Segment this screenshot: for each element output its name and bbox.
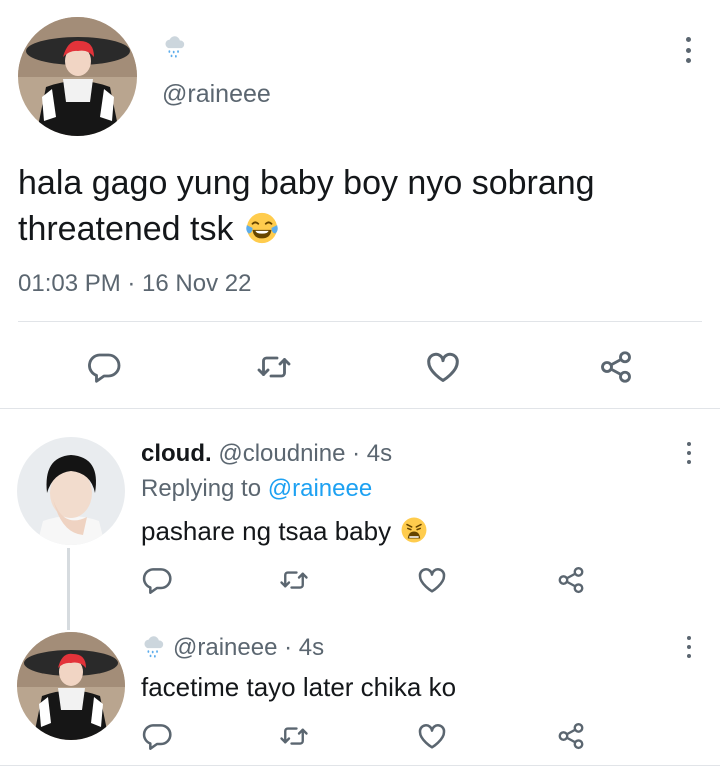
heart-icon <box>416 564 448 596</box>
share-icon <box>556 721 586 751</box>
raineee-avatar[interactable] <box>18 17 137 136</box>
tears-of-joy-emoji-icon <box>245 211 279 245</box>
retweet-button[interactable] <box>254 347 294 387</box>
divider <box>0 408 720 409</box>
retweet-icon <box>256 349 292 385</box>
more-options-icon[interactable] <box>682 37 694 63</box>
heart-icon <box>424 348 462 386</box>
weary-face-emoji-icon <box>400 516 428 544</box>
retweet-icon <box>279 721 309 751</box>
like-button[interactable] <box>414 718 450 754</box>
share-icon <box>556 565 586 595</box>
reply-more-options-icon[interactable] <box>683 442 695 464</box>
tweet-text: hala gago yung baby boy nyo sobrang thre… <box>18 160 698 252</box>
reply-button[interactable] <box>139 718 175 754</box>
reply-text: pashare ng tsaa baby <box>141 515 428 547</box>
tweet-timestamp[interactable]: 01:03 PM · 16 Nov 22 <box>18 270 251 298</box>
retweet-icon <box>279 565 309 595</box>
reply-header: cloud. @cloudnine · 4s <box>141 440 392 468</box>
reply-icon <box>86 349 122 385</box>
reply-thread-line <box>67 548 70 630</box>
share-icon <box>598 349 634 385</box>
share-button[interactable] <box>553 562 589 598</box>
replying-to: Replying to @raineee <box>141 475 372 503</box>
like-button[interactable] <box>423 347 463 387</box>
tweet-author-handle[interactable]: @raineee <box>162 80 271 108</box>
reply-text-content: pashare ng tsaa baby <box>141 516 392 546</box>
divider <box>18 321 702 322</box>
reply-text-content: facetime tayo later chika ko <box>141 672 457 702</box>
share-button[interactable] <box>553 718 589 754</box>
reply-author-handle-time[interactable]: @raineee · 4s <box>173 634 324 661</box>
retweet-button[interactable] <box>276 718 312 754</box>
reply-button[interactable] <box>84 347 124 387</box>
reply-more-options-icon[interactable] <box>683 636 695 658</box>
reply-button[interactable] <box>139 562 175 598</box>
cloudnine-avatar[interactable] <box>17 437 125 545</box>
replying-to-handle[interactable]: @raineee <box>268 475 372 502</box>
share-button[interactable] <box>596 347 636 387</box>
display-name-icon <box>162 34 188 60</box>
raineee-avatar[interactable] <box>17 632 125 740</box>
tweet-text-content: hala gago yung baby boy nyo sobrang thre… <box>18 164 595 248</box>
reply-header: @raineee · 4s <box>141 634 324 662</box>
reply-author-handle-time[interactable]: @cloudnine · 4s <box>218 440 392 467</box>
display-name-icon <box>141 634 167 660</box>
heart-icon <box>416 720 448 752</box>
reply-author-name[interactable]: cloud. <box>141 440 212 467</box>
like-button[interactable] <box>414 562 450 598</box>
reply-icon <box>141 564 173 596</box>
retweet-button[interactable] <box>276 562 312 598</box>
replying-to-label: Replying to <box>141 475 268 502</box>
divider <box>0 765 720 766</box>
reply-icon <box>141 720 173 752</box>
